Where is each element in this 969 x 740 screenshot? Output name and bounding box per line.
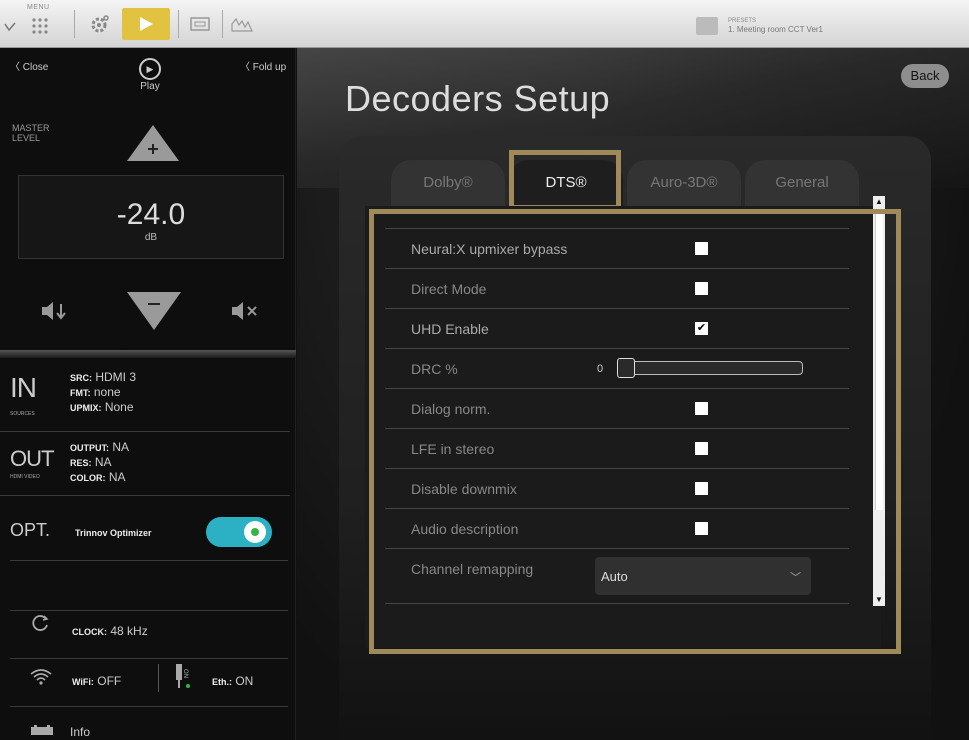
triangle-down-icon: [127, 292, 181, 330]
level-unit: dB: [144, 232, 158, 243]
opt-label: OPT.: [10, 520, 51, 540]
wifi-status: WiFi: OFF: [72, 674, 122, 688]
wifi-icon: [30, 668, 52, 686]
level-value: -24.0: [116, 198, 186, 231]
divider: [10, 658, 288, 659]
input-info[interactable]: IN SOURCES SRC: HDMI 3 FMT: none UPMIX: …: [0, 358, 290, 432]
back-arrow-icon[interactable]: [2, 20, 18, 34]
divider: [0, 350, 296, 358]
play-label: Play: [140, 81, 160, 92]
folder-icon: [696, 17, 718, 35]
hdmi-video-label: HDMI VIDEO: [10, 474, 40, 480]
mute-icon[interactable]: [230, 300, 260, 322]
clock-sync-icon: [30, 613, 50, 633]
toggle-knob: [244, 521, 266, 543]
divider: [10, 706, 288, 707]
ethernet-status: Eth.: ON: [212, 674, 254, 688]
play-button[interactable]: ▶ Play: [132, 58, 168, 98]
clock-info: CLOCK: 48 kHz: [72, 624, 148, 638]
optimizer-name: Trinnov Optimizer: [75, 528, 152, 538]
close-button[interactable]: 〈 Close: [10, 58, 48, 73]
tab-dolby[interactable]: Dolby®: [391, 160, 505, 206]
back-button[interactable]: Back: [901, 64, 949, 88]
ethernet-icon: ON: [174, 662, 194, 690]
play-icon: [140, 17, 153, 31]
top-bar: MENU PRESETS 1. Meeting room CCT Ver1: [0, 0, 969, 48]
play-tab[interactable]: [122, 8, 170, 40]
main-area: Decoders Setup Back Dolby® DTS® Auro-3D®…: [297, 48, 969, 740]
device-icon: [30, 724, 54, 736]
out-label: OUT: [10, 446, 54, 471]
master-level-label: MASTER LEVEL: [12, 123, 50, 143]
optimizer-toggle[interactable]: [206, 517, 272, 547]
tab-highlight-frame: [509, 150, 621, 210]
tab-general[interactable]: General: [745, 160, 859, 206]
measurement-icon[interactable]: [228, 6, 256, 42]
volume-up-button[interactable]: [125, 123, 181, 163]
presets-label: PRESETS: [728, 17, 757, 24]
settings-gear-icon[interactable]: [86, 6, 114, 42]
sidebar: 〈 Close ▶ Play 〈 Fold up MASTER LEVEL -2…: [0, 48, 296, 740]
separator: [158, 664, 159, 692]
presets-value: 1. Meeting room CCT Ver1: [728, 24, 824, 34]
presets-selector[interactable]: PRESETS 1. Meeting room CCT Ver1: [696, 14, 916, 38]
volume-down-icon[interactable]: [40, 300, 68, 322]
divider: [10, 610, 288, 611]
level-display: -24.0 dB: [18, 175, 284, 259]
sources-label: SOURCES: [10, 411, 35, 417]
output-info[interactable]: OUT HDMI VIDEO OUTPUT: NA RES: NA COLOR:…: [0, 432, 290, 496]
volume-down-button[interactable]: [125, 290, 183, 332]
fold-up-button[interactable]: 〈 Fold up: [240, 58, 286, 73]
scroll-up-icon[interactable]: ▲: [875, 198, 883, 206]
out-values: OUTPUT: NA RES: NA COLOR: NA: [70, 440, 130, 484]
menu-label: MENU: [27, 4, 50, 11]
info-link[interactable]: Info: [70, 725, 90, 739]
content-highlight-frame: [369, 209, 901, 654]
menu-grid-icon[interactable]: [28, 14, 52, 38]
sidebar-header: 〈 Close ▶ Play 〈 Fold up: [0, 48, 296, 98]
page-title: Decoders Setup: [345, 78, 611, 119]
tab-auro-3d[interactable]: Auro-3D®: [627, 160, 741, 206]
close-label: Close: [22, 62, 49, 73]
play-circle-icon: ▶: [139, 58, 161, 80]
svg-text:ON: ON: [182, 669, 189, 678]
divider: [10, 560, 288, 561]
fold-label: Fold up: [252, 62, 287, 73]
triangle-up-icon: [127, 125, 179, 161]
display-icon[interactable]: [186, 6, 214, 42]
separator: [222, 10, 223, 38]
in-values: SRC: HDMI 3 FMT: none UPMIX: None: [70, 370, 137, 414]
separator: [74, 10, 75, 38]
separator: [178, 10, 179, 38]
in-label: IN: [10, 372, 37, 403]
